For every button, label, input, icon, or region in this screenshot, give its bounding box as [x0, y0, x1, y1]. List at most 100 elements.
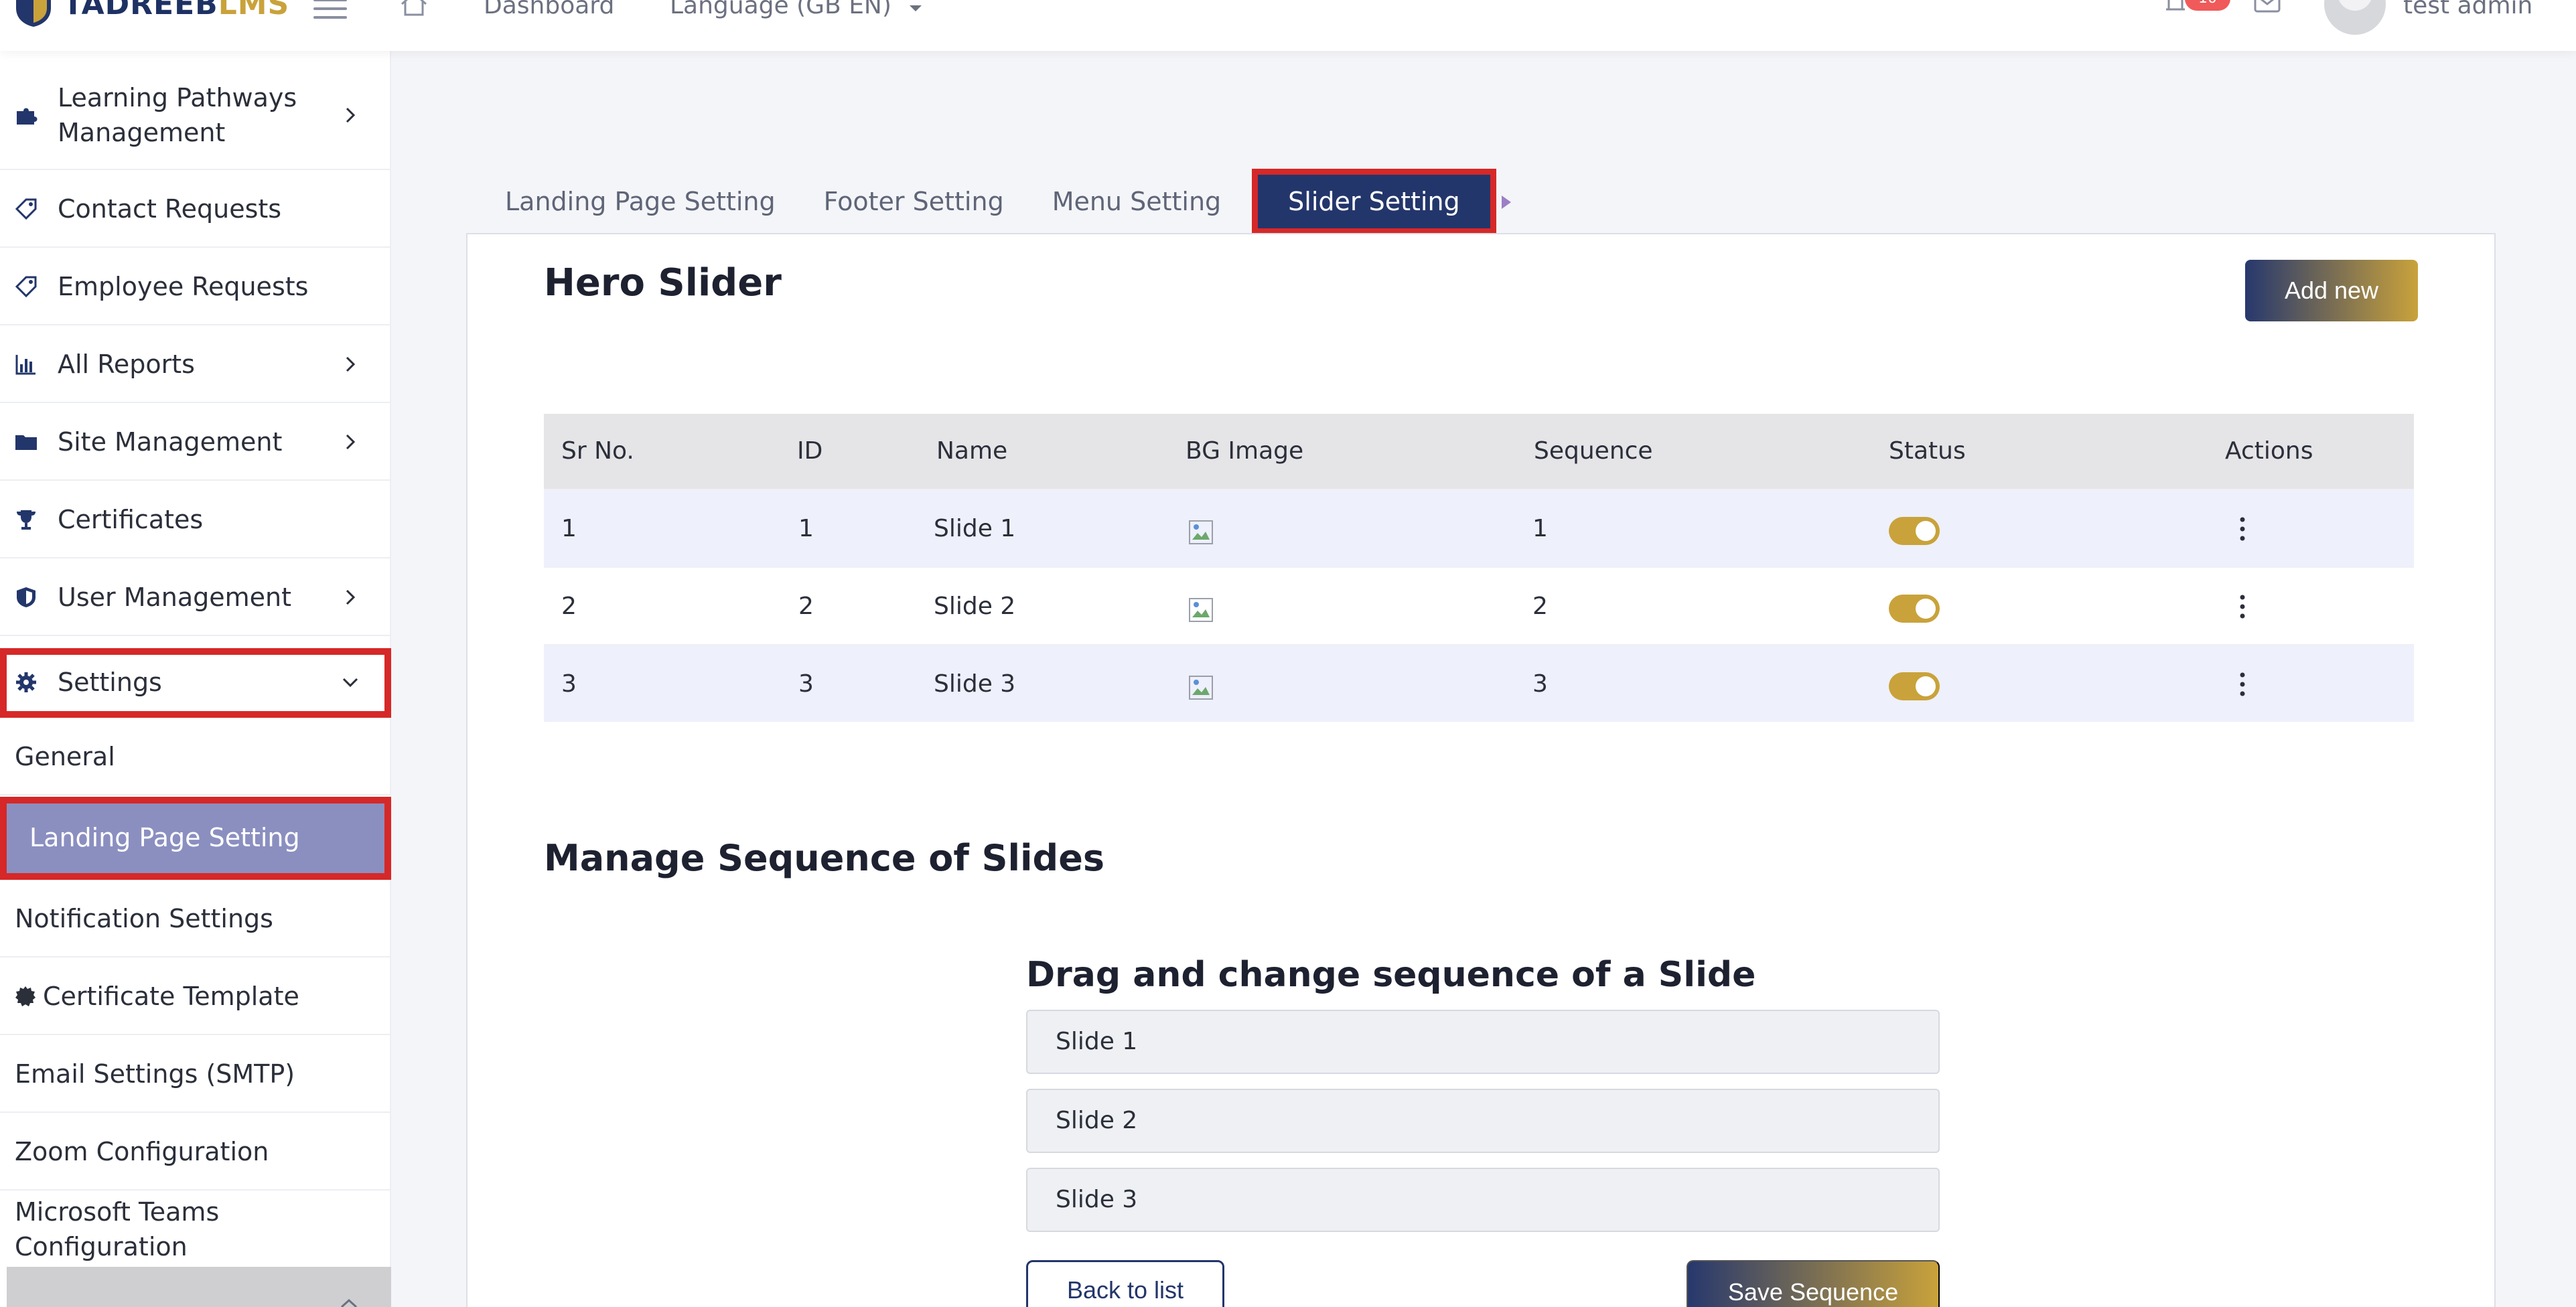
top-bar: TADREEBLMS Dashboard Language (GB EN) 10… — [0, 0, 2576, 51]
chevron-right-icon — [346, 589, 356, 605]
sidebar-item-label: Site Management — [58, 427, 283, 457]
back-to-list-button[interactable]: Back to list — [1026, 1260, 1224, 1307]
sidebar-item-label: User Management — [58, 583, 292, 612]
table-row: 2 2 Slide 2 2 — [544, 566, 2414, 644]
mail-icon[interactable] — [2253, 0, 2281, 13]
language-selector[interactable]: Language (GB EN) — [670, 0, 923, 19]
section-title-manage-sequence: Manage Sequence of Slides — [544, 837, 1104, 879]
sidebar-item-label: Certificate Template — [43, 982, 299, 1011]
sidebar-item-employee-requests[interactable]: Employee Requests — [0, 249, 391, 325]
sidebar-item-user-management[interactable]: User Management — [0, 560, 391, 636]
chevron-right-icon — [346, 434, 356, 450]
sidebar-subitem-zoom-configuration[interactable]: Zoom Configuration — [0, 1114, 391, 1190]
shield-icon — [11, 585, 42, 609]
sidebar-subitem-notification-settings[interactable]: Notification Settings — [0, 881, 391, 957]
sidebar-subitem-certificate-template[interactable]: Certificate Template — [0, 959, 391, 1035]
tab-slider-setting[interactable]: Slider Setting — [1252, 169, 1511, 234]
sidebar-subitem-ms-teams[interactable]: Microsoft Teams Configuration — [0, 1192, 391, 1267]
cell-sr: 2 — [561, 593, 577, 620]
sidebar-item-label: Zoom Configuration — [15, 1137, 269, 1166]
chevron-right-icon — [346, 356, 356, 372]
tab-menu-setting[interactable]: Menu Setting — [1028, 169, 1245, 234]
drag-sequence-title: Drag and change sequence of a Slide — [1026, 955, 1756, 995]
draggable-slide-item[interactable]: Slide 1 — [1026, 1010, 1940, 1074]
column-header-sr: Sr No. — [561, 437, 634, 465]
table-row: 1 1 Slide 1 1 — [544, 489, 2414, 566]
draggable-slide-item[interactable]: Slide 2 — [1026, 1089, 1940, 1153]
sidebar-item-settings[interactable]: Settings — [0, 648, 391, 718]
status-toggle[interactable] — [1889, 595, 1940, 623]
sidebar-subitem-landing-page-setting[interactable]: Landing Page Setting — [0, 797, 391, 880]
cell-id: 2 — [798, 593, 814, 620]
sidebar-item-label: Email Settings (SMTP) — [15, 1059, 295, 1089]
table-row: 3 3 Slide 3 3 — [544, 644, 2414, 722]
broken-image-icon — [1189, 520, 1213, 544]
sidebar: Learning Pathways Management Contact Req… — [0, 51, 391, 1307]
sidebar-item-learning-pathways[interactable]: Learning Pathways Management — [0, 62, 391, 170]
sidebar-item-label: Microsoft Teams Configuration — [15, 1197, 220, 1261]
status-toggle[interactable] — [1889, 517, 1940, 545]
column-header-id: ID — [797, 437, 823, 465]
draggable-slide-item[interactable]: Slide 3 — [1026, 1168, 1940, 1232]
cell-name: Slide 2 — [934, 593, 1016, 620]
brand-wordmark: TADREEBLMS — [63, 0, 290, 21]
notification-badge: 10 — [2185, 0, 2230, 11]
puzzle-icon — [11, 103, 42, 127]
sidebar-item-label: Learning Pathways Management — [58, 83, 297, 147]
cell-name: Slide 3 — [934, 670, 1016, 698]
add-new-button[interactable]: Add new — [2245, 260, 2418, 321]
cell-id: 3 — [798, 670, 814, 698]
brand-logo[interactable]: TADREEBLMS — [13, 0, 289, 28]
column-header-status: Status — [1889, 437, 1966, 465]
more-vertical-icon[interactable] — [2236, 592, 2249, 621]
folder-icon — [11, 430, 42, 454]
sidebar-item-label: Employee Requests — [58, 272, 309, 301]
menu-toggle-icon[interactable] — [313, 0, 347, 19]
chevron-icon — [340, 1298, 358, 1307]
home-icon[interactable] — [399, 0, 429, 17]
column-header-sequence: Sequence — [1534, 437, 1653, 465]
slider-settings-panel: Hero Slider Add new Sr No. ID Name BG Im… — [466, 233, 2496, 1307]
shield-logo-icon — [16, 0, 51, 27]
sidebar-item-label: Notification Settings — [15, 904, 273, 933]
column-header-actions: Actions — [2225, 437, 2313, 465]
sidebar-subitem-email-settings[interactable]: Email Settings (SMTP) — [0, 1036, 391, 1113]
bar-chart-icon — [11, 352, 42, 376]
sidebar-item-all-reports[interactable]: All Reports — [0, 327, 391, 403]
sidebar-subitem-general[interactable]: General — [0, 719, 391, 795]
more-vertical-icon[interactable] — [2236, 670, 2249, 699]
column-header-bg-image: BG Image — [1186, 437, 1304, 465]
cell-sr: 1 — [561, 515, 577, 542]
certificate-seal-icon — [15, 986, 36, 1007]
more-vertical-icon[interactable] — [2236, 514, 2249, 544]
slides-table: Sr No. ID Name BG Image Sequence Status … — [544, 414, 2414, 722]
tab-footer-setting[interactable]: Footer Setting — [800, 169, 1028, 234]
language-label: Language (GB EN) — [670, 0, 891, 19]
nav-dashboard-link[interactable]: Dashboard — [484, 0, 614, 19]
sidebar-item-site-management[interactable]: Site Management — [0, 404, 391, 481]
sidebar-item-contact-requests[interactable]: Contact Requests — [0, 171, 391, 248]
tab-landing-page-setting[interactable]: Landing Page Setting — [481, 169, 800, 234]
sidebar-item-certificates[interactable]: Certificates — [0, 482, 391, 558]
sidebar-item-label: Landing Page Setting — [29, 823, 300, 852]
sidebar-item-label: All Reports — [58, 350, 195, 379]
sidebar-item-label: Contact Requests — [58, 194, 282, 224]
caret-down-icon — [910, 5, 922, 11]
tag-icon — [11, 197, 42, 221]
user-avatar[interactable] — [2324, 0, 2386, 35]
page-title: Hero Slider — [544, 261, 782, 305]
cell-name: Slide 1 — [934, 515, 1016, 542]
sidebar-collapse-bar[interactable] — [7, 1267, 391, 1307]
column-header-name: Name — [936, 437, 1008, 465]
broken-image-icon — [1189, 676, 1213, 700]
cell-sequence: 2 — [1532, 593, 1548, 620]
cell-sequence: 3 — [1532, 670, 1548, 698]
cell-sequence: 1 — [1532, 515, 1548, 542]
save-sequence-button[interactable]: Save Sequence — [1687, 1260, 1940, 1307]
status-toggle[interactable] — [1889, 672, 1940, 700]
gear-icon — [11, 670, 42, 694]
table-header: Sr No. ID Name BG Image Sequence Status … — [544, 414, 2414, 489]
sidebar-item-label: Settings — [58, 668, 162, 697]
user-name[interactable]: test admin — [2403, 0, 2532, 19]
sidebar-item-label: General — [15, 742, 115, 771]
